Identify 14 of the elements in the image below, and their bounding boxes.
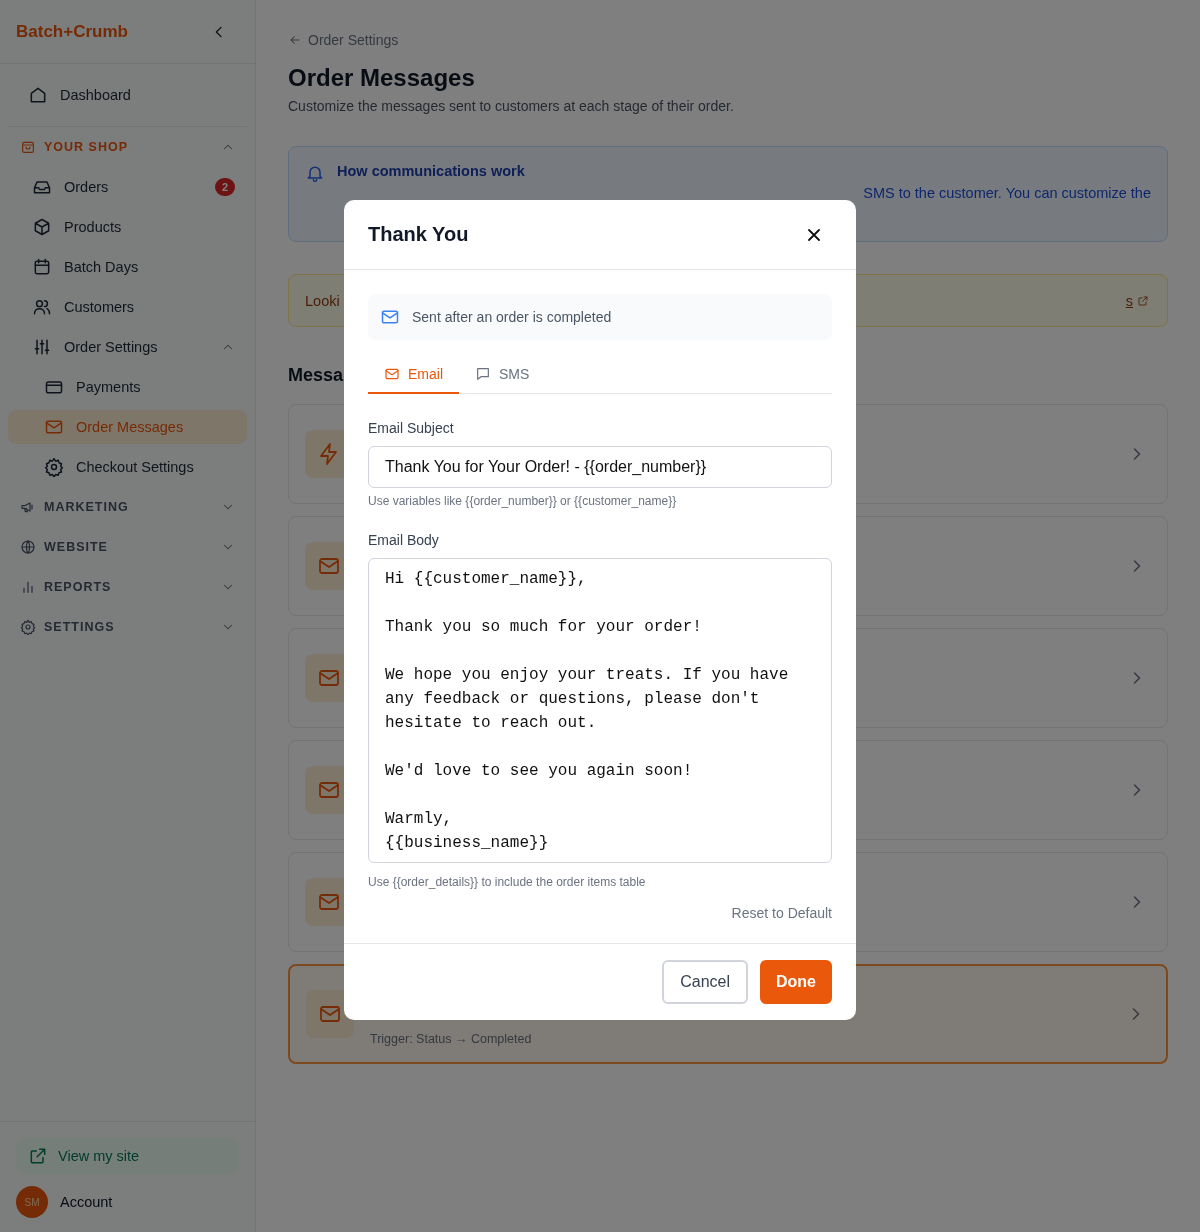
info-title: How communications work <box>337 163 526 179</box>
field-hint: Use {{order_details}} to include the order items table <box>368 875 647 889</box>
banner-text: Sent after an order is completed <box>412 309 612 325</box>
field-label: Email Subject <box>368 420 455 436</box>
count-badge: 2 <box>214 178 235 196</box>
page-title: Order Messages <box>288 64 476 92</box>
info-text: SMS to the customer. You can customize the <box>863 185 1151 201</box>
field-hint: Use variables like {{order_number}} or {{customer_name}} <box>368 494 678 508</box>
page-subtitle: Customize the messages sent to customers at each stage of their order. <box>288 98 735 114</box>
modal-title: Thank You <box>368 223 469 246</box>
section-title: Messa <box>288 365 344 386</box>
trigger-text: Trigger: Status → Completed <box>370 1032 533 1046</box>
field-label: Email Body <box>368 532 440 548</box>
notice-text: Looki <box>305 292 341 309</box>
